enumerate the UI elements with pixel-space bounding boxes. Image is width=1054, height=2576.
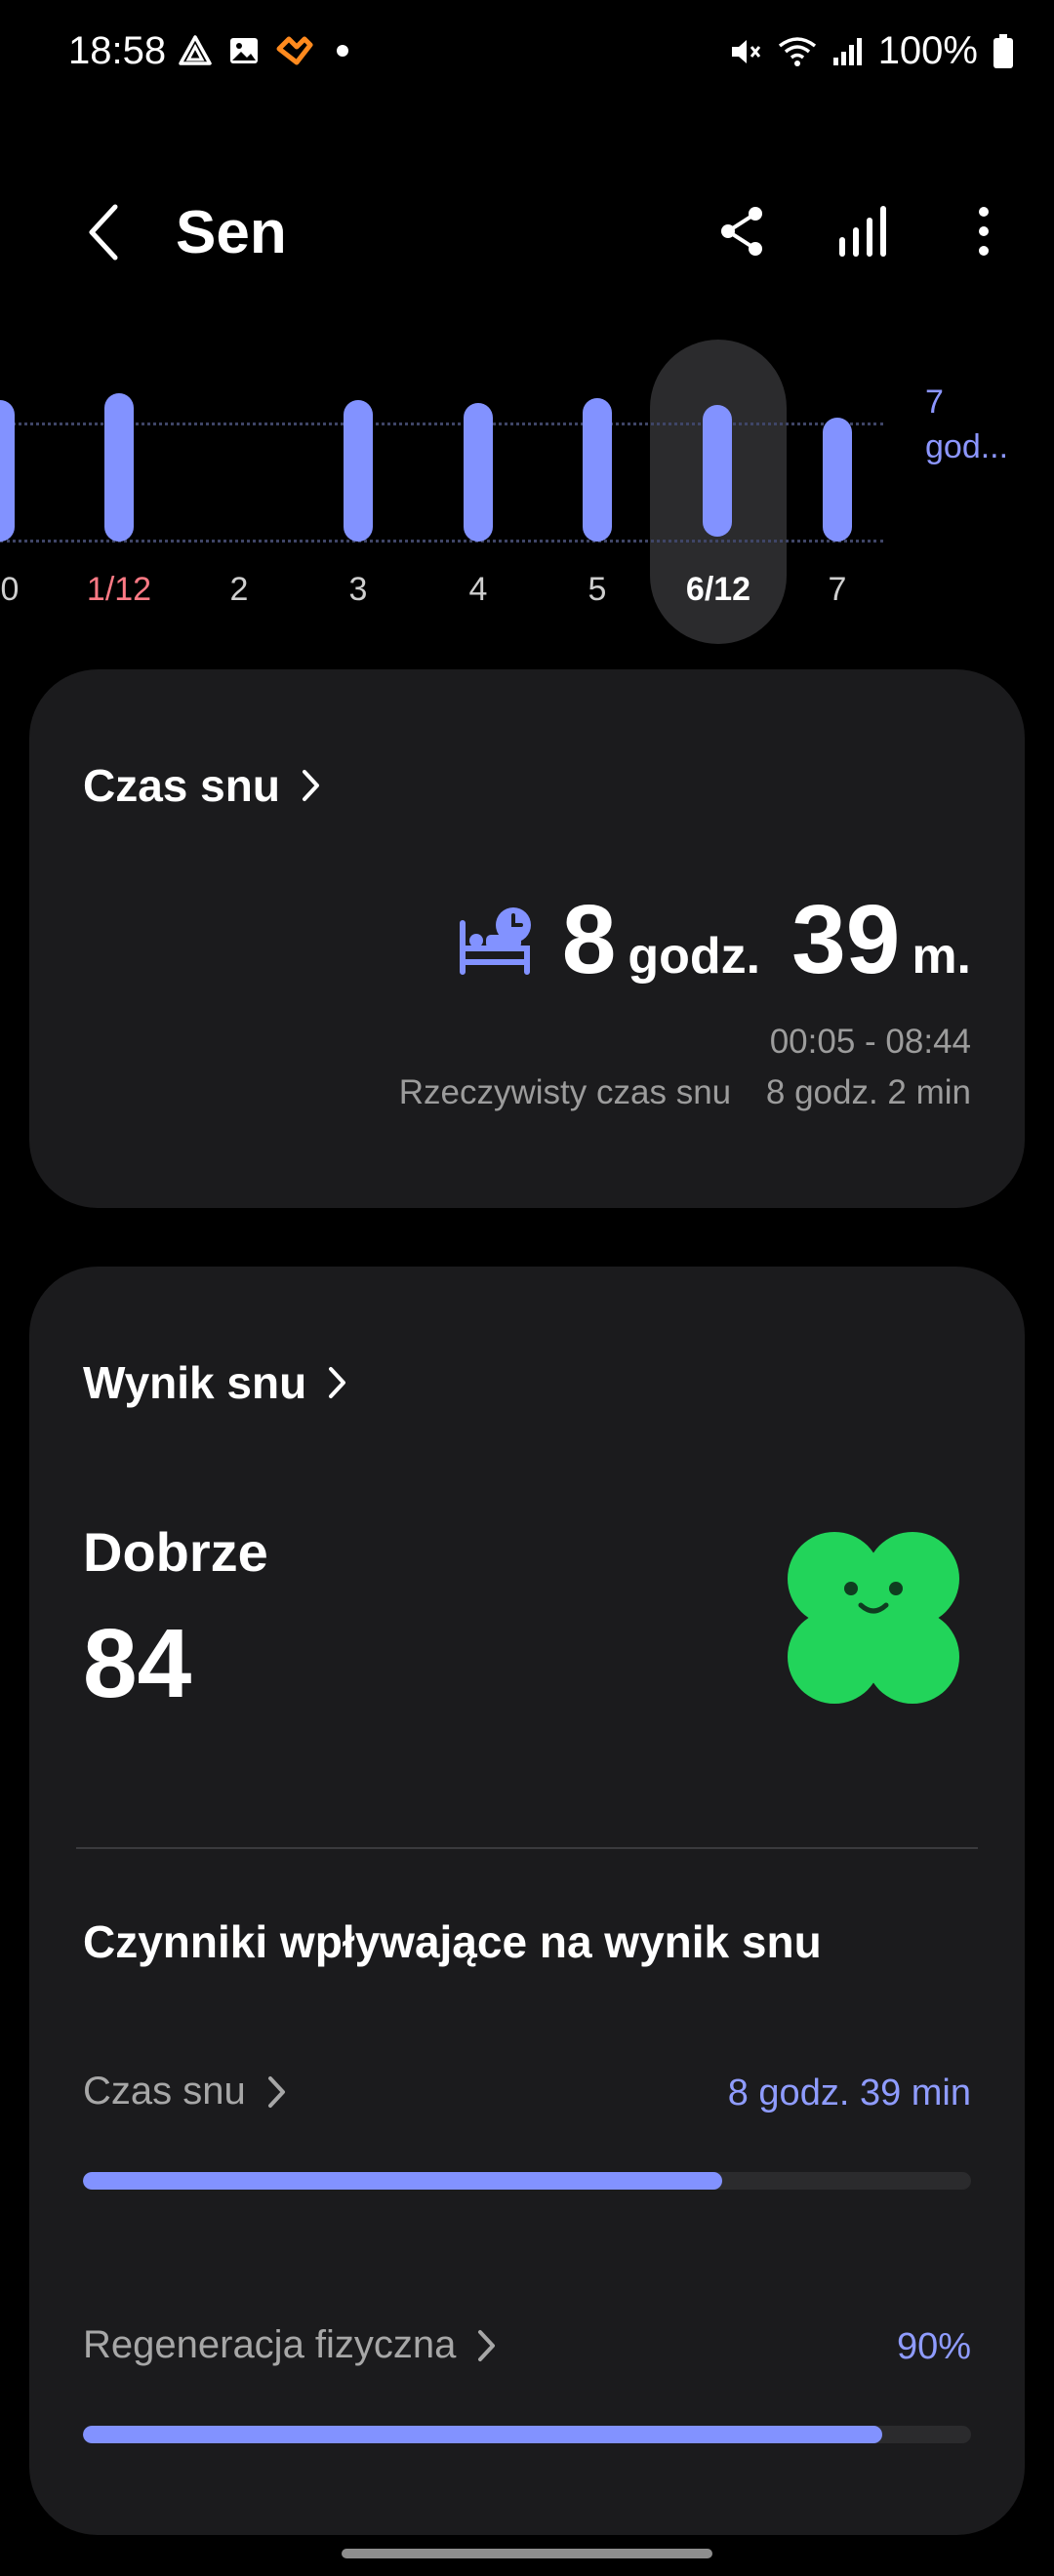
mute-icon bbox=[731, 39, 760, 63]
sleep-minutes: 39 bbox=[791, 885, 901, 994]
goal-line-bottom bbox=[0, 540, 883, 543]
more-vert-icon bbox=[979, 207, 989, 256]
sleep-time-card-header[interactable]: Czas snu bbox=[83, 759, 321, 812]
sleep-bar[interactable] bbox=[344, 400, 373, 542]
page-title: Sen bbox=[176, 199, 287, 266]
actual-sleep-label: Rzeczywisty czas snu bbox=[398, 1073, 732, 1111]
triangle-app-icon bbox=[179, 35, 212, 65]
status-time: 18:58 bbox=[68, 29, 167, 72]
sleep-range: 00:05 - 08:44 bbox=[769, 1023, 971, 1061]
factor-label: Czas snu bbox=[83, 2070, 246, 2113]
sleep-hours: 8 bbox=[561, 885, 617, 994]
status-left-icons bbox=[178, 33, 357, 68]
back-button[interactable] bbox=[76, 195, 131, 269]
sleep-score-card[interactable]: Wynik snu Dobrze 84 Czynniki wpływające … bbox=[29, 1267, 1025, 2535]
timeline-date-selected[interactable]: 6/12 bbox=[686, 571, 750, 609]
factor-sleep-time-link[interactable]: Czas snu bbox=[83, 2070, 287, 2113]
card-title: Wynik snu bbox=[83, 1357, 307, 1408]
sleep-bar[interactable] bbox=[464, 403, 493, 542]
factor-value: 8 godz. 39 min bbox=[727, 2073, 971, 2113]
sleep-score: 84 bbox=[83, 1609, 192, 1718]
actual-sleep-row: Rzeczywisty czas snu 8 godz. 2 min bbox=[399, 1073, 971, 1112]
sleep-hours-unit: godz. bbox=[628, 928, 761, 985]
sleep-goal-label: 7 god... bbox=[925, 381, 1008, 470]
chevron-right-icon bbox=[267, 2075, 285, 2108]
sleep-goal-value: 7 bbox=[925, 383, 944, 421]
battery-percent: 100% bbox=[877, 29, 978, 72]
appbar-actions bbox=[710, 200, 1015, 262]
timeline-date[interactable]: 2 bbox=[230, 571, 249, 609]
share-button[interactable] bbox=[710, 200, 773, 262]
stats-button[interactable] bbox=[831, 200, 894, 262]
sleep-bar[interactable] bbox=[0, 400, 15, 542]
notification-dot-icon bbox=[337, 45, 348, 57]
share-icon bbox=[721, 207, 762, 256]
factor-progress-bar bbox=[83, 2426, 971, 2443]
home-indicator[interactable] bbox=[342, 2549, 712, 2558]
sleep-bar-selected[interactable] bbox=[703, 405, 732, 537]
signal-icon bbox=[832, 37, 862, 65]
sleep-bar[interactable] bbox=[583, 398, 612, 542]
factors-title: Czynniki wpływające na wynik snu bbox=[83, 1916, 822, 1967]
timeline-date[interactable]: 5 bbox=[588, 571, 607, 609]
factor-progress-fill bbox=[83, 2426, 882, 2443]
status-right: 100% bbox=[728, 29, 1015, 73]
actual-sleep-value: 8 godz. 2 min bbox=[765, 1073, 971, 1111]
sleep-timeline[interactable]: 0 1/12 2 3 4 5 6/12 7 7 god... bbox=[0, 332, 1054, 654]
sleep-bar[interactable] bbox=[823, 418, 852, 542]
sleep-minutes-unit: m. bbox=[912, 928, 971, 985]
timeline-date[interactable]: 3 bbox=[349, 571, 368, 609]
sleep-mascot-icon bbox=[788, 1532, 959, 1704]
factor-progress-bar bbox=[83, 2172, 971, 2190]
more-options-button[interactable] bbox=[953, 200, 1015, 262]
bed-clock-icon bbox=[459, 906, 531, 975]
factor-progress-fill bbox=[83, 2172, 723, 2190]
sleep-rating: Dobrze bbox=[83, 1521, 268, 1583]
wifi-icon bbox=[778, 36, 816, 66]
health-app-icon bbox=[276, 36, 313, 65]
timeline-date[interactable]: 4 bbox=[469, 571, 488, 609]
sleep-time-card[interactable]: Czas snu 8 godz. 39 m. 00:05 - 08:44 Rze… bbox=[29, 669, 1025, 1208]
chevron-right-icon bbox=[302, 770, 319, 801]
sleep-score-card-header[interactable]: Wynik snu bbox=[83, 1356, 347, 1409]
chevron-right-icon bbox=[478, 2329, 496, 2361]
sleep-bar[interactable] bbox=[104, 393, 134, 542]
sleep-goal-unit: god... bbox=[925, 427, 1009, 465]
timeline-date[interactable]: 0 bbox=[1, 571, 20, 609]
back-chevron-icon bbox=[89, 204, 118, 261]
factor-physical-recovery-link[interactable]: Regeneracja fizyczna bbox=[83, 2323, 497, 2367]
timeline-date-highlight[interactable]: 1/12 bbox=[87, 571, 151, 609]
chart-icon bbox=[839, 206, 886, 257]
factor-value: 90% bbox=[896, 2326, 971, 2367]
card-divider bbox=[76, 1847, 978, 1849]
battery-icon bbox=[993, 33, 1013, 68]
card-title: Czas snu bbox=[83, 760, 280, 811]
chevron-right-icon bbox=[329, 1367, 346, 1398]
gallery-icon bbox=[230, 38, 258, 63]
factor-label: Regeneracja fizyczna bbox=[83, 2323, 457, 2366]
sleep-duration: 8 godz. 39 m. bbox=[457, 884, 971, 996]
timeline-date[interactable]: 7 bbox=[829, 571, 847, 609]
